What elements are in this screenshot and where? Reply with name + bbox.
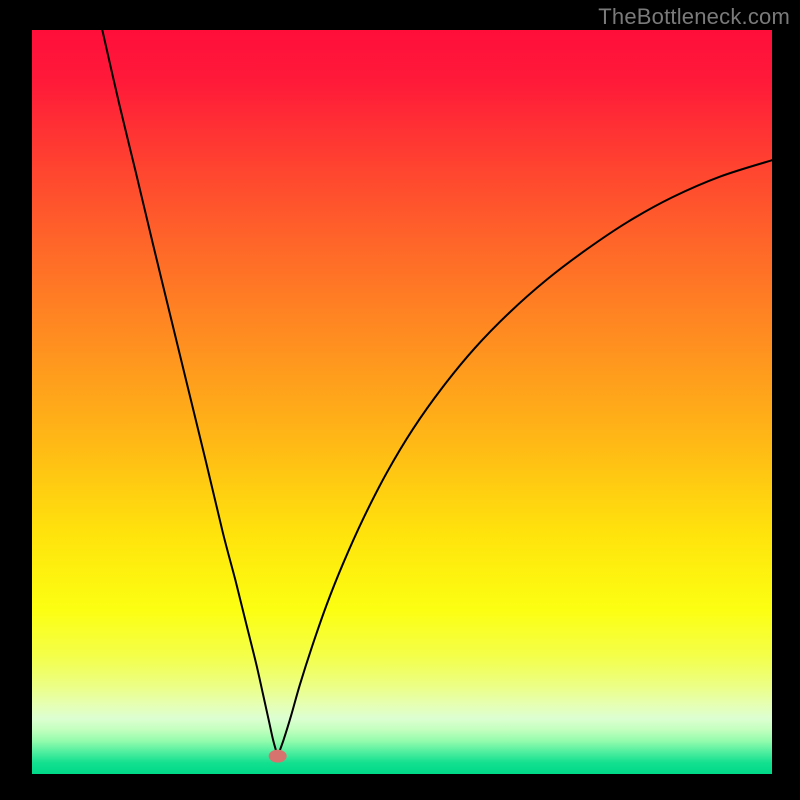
chart-frame: TheBottleneck.com [0, 0, 800, 800]
watermark-text: TheBottleneck.com [598, 4, 790, 30]
chart-plot [32, 30, 772, 774]
chart-background [32, 30, 772, 774]
cusp-marker [269, 750, 287, 763]
